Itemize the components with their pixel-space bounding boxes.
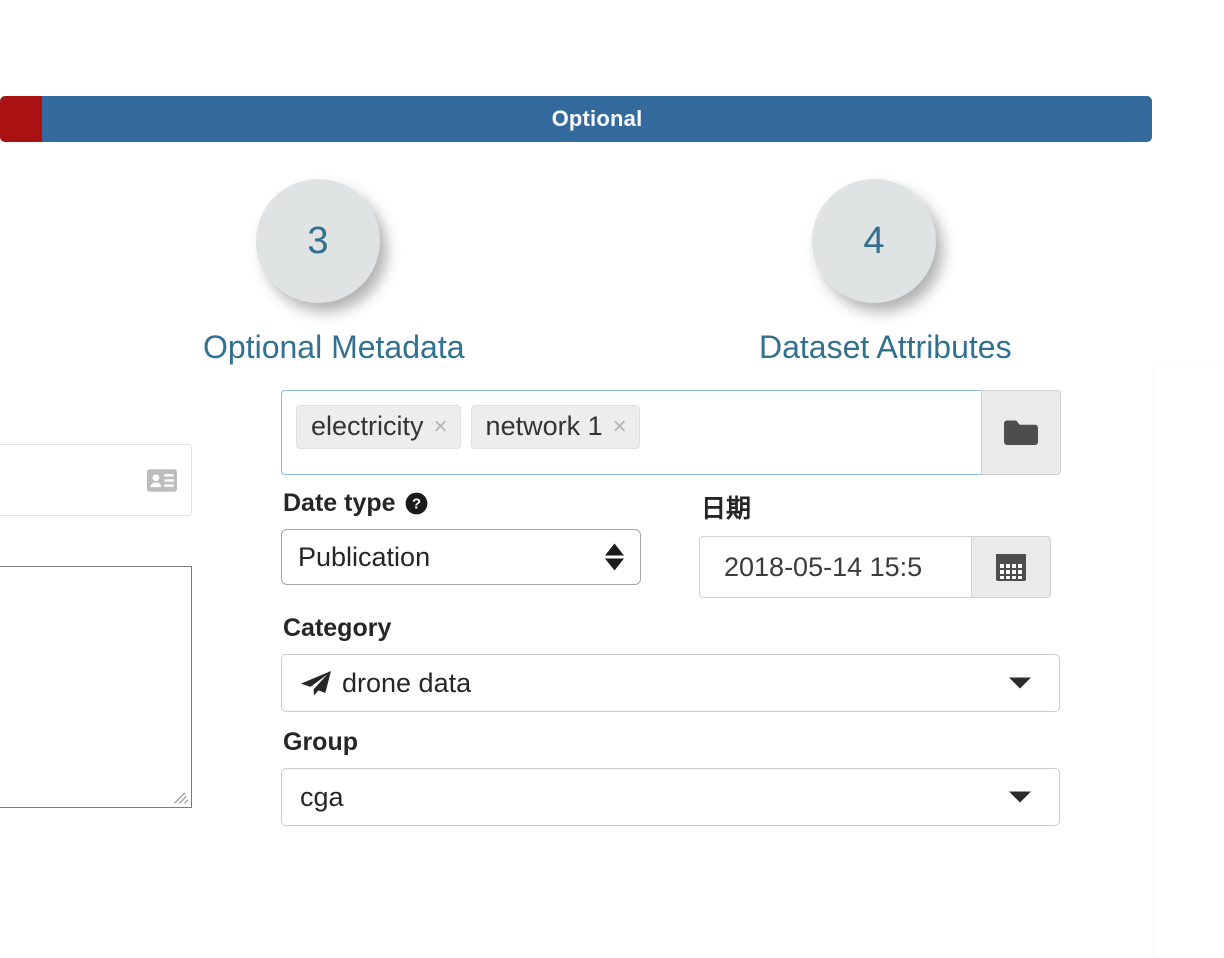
contact-input-clipped[interactable] <box>0 444 192 516</box>
step-progress-segment-current: Optional <box>42 96 1152 142</box>
tag-label: network 1 <box>485 411 603 441</box>
caret-up-icon <box>605 543 624 556</box>
category-label: Category <box>283 614 392 642</box>
step-4[interactable]: 4 Dataset Attributes <box>759 179 1012 366</box>
tag-chip[interactable]: electricity × <box>296 405 461 450</box>
tag-chip[interactable]: network 1 × <box>470 405 640 450</box>
category-value: drone data <box>342 667 472 698</box>
calendar-icon <box>996 554 1026 581</box>
group-label: Group <box>283 728 358 756</box>
date-label-wrap: 日期 <box>701 489 1059 525</box>
step-4-number: 4 <box>863 220 885 262</box>
step-3-number: 3 <box>307 220 329 262</box>
step-3-label: Optional Metadata <box>203 329 465 365</box>
select-spinner-icon <box>605 543 624 571</box>
step-4-label: Dataset Attributes <box>759 329 1012 365</box>
vcard-icon <box>147 468 177 492</box>
category-field: Category drone data <box>281 614 1061 712</box>
browse-folder-button[interactable] <box>981 390 1061 475</box>
step-3-circle-icon[interactable]: 3 <box>256 179 380 303</box>
svg-text:?: ? <box>412 497 421 513</box>
step-4-circle-icon[interactable]: 4 <box>812 179 936 303</box>
date-input[interactable]: 2018-05-14 15:5 <box>699 536 971 598</box>
question-circle-icon[interactable]: ? <box>405 492 428 515</box>
paper-plane-icon <box>301 671 331 696</box>
tags-input-group: electricity × network 1 × <box>281 390 1061 475</box>
date-field: 日期 2018-05-14 15:5 <box>699 489 1059 598</box>
date-label: 日期 <box>701 495 752 523</box>
optional-metadata-form: electricity × network 1 × Date type ? Pu… <box>281 390 1061 826</box>
tag-remove-close-icon[interactable]: × <box>434 413 448 441</box>
step-progress-segment-complete <box>0 96 42 142</box>
resize-grip-icon[interactable] <box>172 789 189 806</box>
date-type-label-wrap: Date type ? <box>283 489 641 518</box>
panel-right-edge <box>1153 362 1224 958</box>
caret-down-icon <box>1009 791 1031 803</box>
page-root: Optional 3 Optional Metadata 4 Dataset A… <box>0 0 1224 958</box>
category-select[interactable]: drone data <box>281 654 1060 712</box>
date-type-field: Date type ? Publication <box>281 489 641 598</box>
step-progress-bar: Optional <box>0 96 1152 142</box>
date-type-label: Date type <box>283 489 396 517</box>
group-field: Group cga <box>281 728 1061 826</box>
tag-label: electricity <box>311 411 424 441</box>
step-3[interactable]: 3 Optional Metadata <box>203 179 465 366</box>
tags-input[interactable]: electricity × network 1 × <box>281 390 981 475</box>
caret-down-icon <box>1009 677 1031 689</box>
group-value-wrap: cga <box>300 782 344 813</box>
group-value: cga <box>300 781 344 812</box>
category-value-wrap: drone data <box>300 668 471 699</box>
folder-icon <box>1004 420 1038 445</box>
calendar-button[interactable] <box>971 536 1051 598</box>
group-select[interactable]: cga <box>281 768 1060 826</box>
date-input-value: 2018-05-14 15:5 <box>724 551 923 582</box>
date-type-value: Publication <box>298 541 431 572</box>
group-label-wrap: Group <box>283 728 1061 757</box>
caret-down-icon <box>605 558 624 571</box>
description-textarea-clipped[interactable] <box>0 566 192 808</box>
date-row: Date type ? Publication 日期 2018-05-14 15… <box>281 489 1061 598</box>
tag-remove-close-icon[interactable]: × <box>613 413 627 441</box>
date-type-select[interactable]: Publication <box>281 529 641 585</box>
category-label-wrap: Category <box>283 614 1061 643</box>
step-progress-label: Optional <box>551 106 643 131</box>
date-input-group: 2018-05-14 15:5 <box>699 536 1059 598</box>
